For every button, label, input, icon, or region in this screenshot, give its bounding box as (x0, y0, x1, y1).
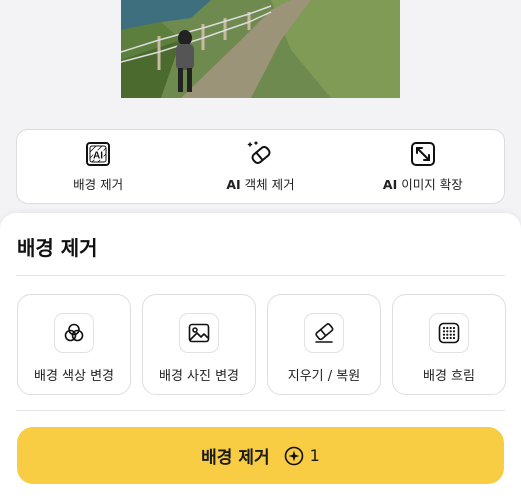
eraser-icon (248, 141, 271, 164)
divider (16, 410, 505, 411)
option-change-bg-photo[interactable]: 배경 사진 변경 (142, 294, 256, 395)
photo-preview (121, 0, 400, 98)
sparkle-coin-icon (284, 446, 303, 465)
remove-background-button-label: 배경 제거 (201, 448, 270, 468)
credit-count: 1 (309, 446, 320, 465)
tool-remove-background[interactable]: AI 배경 제거 (17, 130, 179, 203)
tool-ai-object-prefix: AI (226, 177, 241, 192)
tool-ai-image-expand[interactable]: AI 이미지 확장 (342, 130, 504, 203)
remove-background-sheet: 배경 제거 배경 색상 변경 배경 사진 변경 지우기 / 복원 배경 흐림 배… (0, 213, 521, 500)
blur-grid-icon (438, 322, 460, 344)
expand-icon (410, 142, 435, 166)
tool-ai-object-label: 객체 제거 (244, 177, 295, 192)
tool-ai-object-removal[interactable]: AI 객체 제거 (179, 130, 341, 203)
eraser-icon (315, 323, 334, 343)
background-options: 배경 색상 변경 배경 사진 변경 지우기 / 복원 배경 흐림 (17, 294, 506, 395)
tool-remove-background-label: 배경 제거 (73, 177, 124, 192)
tool-ai-expand-label: 이미지 확장 (401, 177, 463, 192)
tool-ai-expand-prefix: AI (382, 177, 398, 192)
option-background-blur-label: 배경 흐림 (423, 369, 475, 384)
color-circles-icon (64, 323, 84, 342)
ai-remove-bg-icon: AI (86, 142, 111, 166)
option-change-bg-photo-label: 배경 사진 변경 (158, 369, 240, 384)
credit-cost: 1 (284, 446, 320, 466)
option-background-blur[interactable]: 배경 흐림 (392, 294, 506, 395)
photo-image (121, 0, 400, 98)
edit-tools-bar: AI 배경 제거 AI 객체 제거 AI 이미지 확장 (16, 129, 505, 204)
option-erase-restore[interactable]: 지우기 / 복원 (267, 294, 381, 395)
divider (16, 275, 505, 276)
option-change-bg-color[interactable]: 배경 색상 변경 (17, 294, 131, 395)
remove-background-button[interactable]: 배경 제거 1 (17, 427, 504, 484)
svg-text:AI: AI (93, 151, 103, 162)
option-erase-restore-label: 지우기 / 복원 (287, 369, 361, 384)
sheet-title: 배경 제거 (17, 236, 98, 260)
image-icon (188, 323, 210, 343)
option-change-bg-color-label: 배경 색상 변경 (33, 369, 115, 384)
